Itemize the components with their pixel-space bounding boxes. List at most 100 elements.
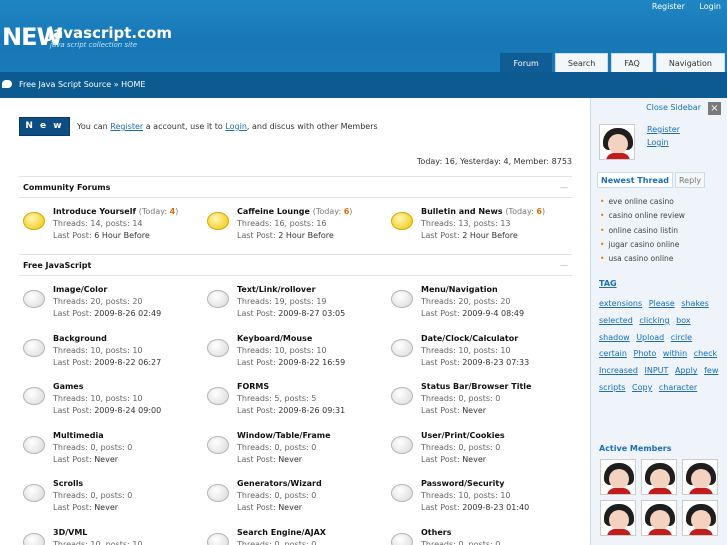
list-item[interactable]: online casino listin: [600, 224, 685, 238]
forum-title-text[interactable]: Games: [53, 382, 84, 391]
member-avatar[interactable]: [682, 500, 718, 536]
forum-entry[interactable]: Generators/Wizard Threads: 0, posts: 0 Las…: [203, 479, 383, 519]
forum-entry[interactable]: FORMS Threads: 5, posts: 5 Last Post: 2009…: [203, 382, 383, 422]
register-link[interactable]: Register: [652, 2, 685, 11]
forum-title[interactable]: Status Bar/Browser Title: [421, 382, 531, 391]
forum-entry[interactable]: Search Engine/AJAX Threads: 0, posts: 0: [203, 528, 383, 545]
forum-entry[interactable]: Text/Link/rollover Threads: 19, posts: 19…: [203, 285, 383, 325]
forum-title[interactable]: Bulletin and News (Today: 6): [421, 207, 545, 216]
forum-title[interactable]: Introduce Yourself (Today: 4): [53, 207, 178, 216]
new-thread-button[interactable]: N e w: [19, 117, 70, 136]
forum-title[interactable]: Others: [421, 528, 451, 537]
forum-title-text[interactable]: 3D/VML: [53, 528, 87, 537]
forum-title[interactable]: 3D/VML: [53, 528, 87, 537]
forum-title-text[interactable]: Multimedia: [53, 431, 104, 440]
list-item[interactable]: eve online casino: [600, 195, 685, 209]
close-icon[interactable]: ×: [708, 102, 721, 115]
forum-entry[interactable]: Window/Table/Frame Threads: 0, posts: 0 La…: [203, 431, 383, 471]
forum-title-text[interactable]: Others: [421, 528, 451, 537]
member-avatar[interactable]: [641, 500, 677, 536]
forum-title[interactable]: Caffeine Lounge (Today: 6): [237, 207, 352, 216]
tag-link[interactable]: shadow: [599, 333, 630, 342]
breadcrumb[interactable]: Free Java Script Source » HOME: [19, 80, 145, 89]
forum-title-text[interactable]: Caffeine Lounge: [237, 207, 310, 216]
forum-title[interactable]: Multimedia: [53, 431, 104, 440]
tag-link[interactable]: Photo: [634, 349, 657, 358]
forum-title[interactable]: FORMS: [237, 382, 269, 391]
forum-title-text[interactable]: Background: [53, 334, 107, 343]
section-community-forums[interactable]: Community Forums —: [19, 176, 572, 198]
tag-link[interactable]: scripts: [599, 383, 625, 392]
forum-title-text[interactable]: Status Bar/Browser Title: [421, 382, 531, 391]
tab-reply[interactable]: Reply: [674, 172, 706, 188]
forum-title[interactable]: Background: [53, 334, 107, 343]
tag-link[interactable]: shakes: [681, 299, 709, 308]
member-avatar[interactable]: [600, 459, 636, 495]
forum-title-text[interactable]: FORMS: [237, 382, 269, 391]
forum-title[interactable]: Generators/Wizard: [237, 479, 322, 488]
collapse-icon[interactable]: —: [560, 177, 568, 199]
forum-title-text[interactable]: Text/Link/rollover: [237, 285, 316, 294]
tag-title-link[interactable]: TAG: [599, 279, 617, 288]
tag-link[interactable]: INPUT: [644, 366, 668, 375]
forum-title-text[interactable]: Scrolls: [53, 479, 83, 488]
forum-title-text[interactable]: Image/Color: [53, 285, 107, 294]
tag-link[interactable]: Increased: [599, 366, 638, 375]
tag-link[interactable]: clicking: [639, 316, 669, 325]
forum-title-text[interactable]: Bulletin and News: [421, 207, 503, 216]
forum-entry[interactable]: Scrolls Threads: 0, posts: 0 Last Post: Ne…: [19, 479, 199, 519]
member-avatar[interactable]: [600, 500, 636, 536]
forum-title-text[interactable]: Menu/Navigation: [421, 285, 498, 294]
forum-entry[interactable]: Background Threads: 10, posts: 10 Last Pos…: [19, 334, 199, 374]
tag-link[interactable]: Upload: [636, 333, 664, 342]
forum-entry[interactable]: 3D/VML Threads: 10, posts: 10: [19, 528, 199, 545]
forum-entry[interactable]: Image/Color Threads: 20, posts: 20 Last Po…: [19, 285, 199, 325]
sidebar-login-link[interactable]: Login: [647, 138, 669, 147]
forum-title[interactable]: Scrolls: [53, 479, 83, 488]
tag-link[interactable]: Please: [649, 299, 675, 308]
site-logo[interactable]: NEW javascript.com java script collectio…: [2, 25, 172, 49]
tab-faq[interactable]: FAQ: [611, 53, 653, 72]
member-avatar[interactable]: [641, 459, 677, 495]
forum-title-text[interactable]: Generators/Wizard: [237, 479, 322, 488]
tab-navigation[interactable]: Navigation: [655, 53, 725, 72]
tab-forum[interactable]: Forum: [500, 53, 552, 72]
section-free-javascript[interactable]: Free JavaScript —: [19, 254, 572, 276]
forum-title[interactable]: Image/Color: [53, 285, 107, 294]
login-link[interactable]: Login: [699, 2, 721, 11]
tag-link[interactable]: circle: [671, 333, 692, 342]
tag-link[interactable]: certain: [599, 349, 627, 358]
forum-entry[interactable]: Date/Clock/Calculator Threads: 10, posts:…: [387, 334, 567, 374]
forum-title-text[interactable]: Password/Security: [421, 479, 504, 488]
welcome-register-link[interactable]: Register: [110, 122, 143, 131]
forum-entry[interactable]: User/Print/Cookies Threads: 0, posts: 0 La…: [387, 431, 567, 471]
tag-link[interactable]: few: [704, 366, 718, 375]
tab-newest-thread[interactable]: Newest Thread: [597, 172, 673, 188]
tag-link[interactable]: box: [676, 316, 690, 325]
close-sidebar-link[interactable]: Close Sidebar: [646, 103, 701, 112]
tag-link[interactable]: within: [663, 349, 687, 358]
tag-link[interactable]: selected: [599, 316, 633, 325]
forum-title[interactable]: Text/Link/rollover: [237, 285, 316, 294]
member-avatar[interactable]: [682, 459, 718, 495]
forum-title-text[interactable]: Window/Table/Frame: [237, 431, 331, 440]
forum-title-text[interactable]: Introduce Yourself: [53, 207, 136, 216]
forum-entry[interactable]: Keyboard/Mouse Threads: 10, posts: 10 Last…: [203, 334, 383, 374]
forum-title[interactable]: Search Engine/AJAX: [237, 528, 326, 537]
list-item[interactable]: usa casino online: [600, 252, 685, 266]
forum-title[interactable]: Games: [53, 382, 84, 391]
forum-title-text[interactable]: Keyboard/Mouse: [237, 334, 312, 343]
forum-entry[interactable]: Menu/Navigation Threads: 20, posts: 20 Las…: [387, 285, 567, 325]
forum-title-text[interactable]: Date/Clock/Calculator: [421, 334, 518, 343]
forum-title[interactable]: Keyboard/Mouse: [237, 334, 312, 343]
sidebar-register-link[interactable]: Register: [647, 125, 680, 134]
list-item[interactable]: jugar casino online: [600, 238, 685, 252]
forum-title[interactable]: User/Print/Cookies: [421, 431, 505, 440]
forum-entry[interactable]: Introduce Yourself (Today: 4) Threads: 14…: [19, 207, 199, 247]
forum-entry[interactable]: Status Bar/Browser Title Threads: 0, post…: [387, 382, 567, 422]
forum-title[interactable]: Password/Security: [421, 479, 504, 488]
forum-title[interactable]: Date/Clock/Calculator: [421, 334, 518, 343]
tag-link[interactable]: Apply: [675, 366, 698, 375]
tag-link[interactable]: extensions: [599, 299, 642, 308]
collapse-icon[interactable]: —: [560, 255, 568, 277]
